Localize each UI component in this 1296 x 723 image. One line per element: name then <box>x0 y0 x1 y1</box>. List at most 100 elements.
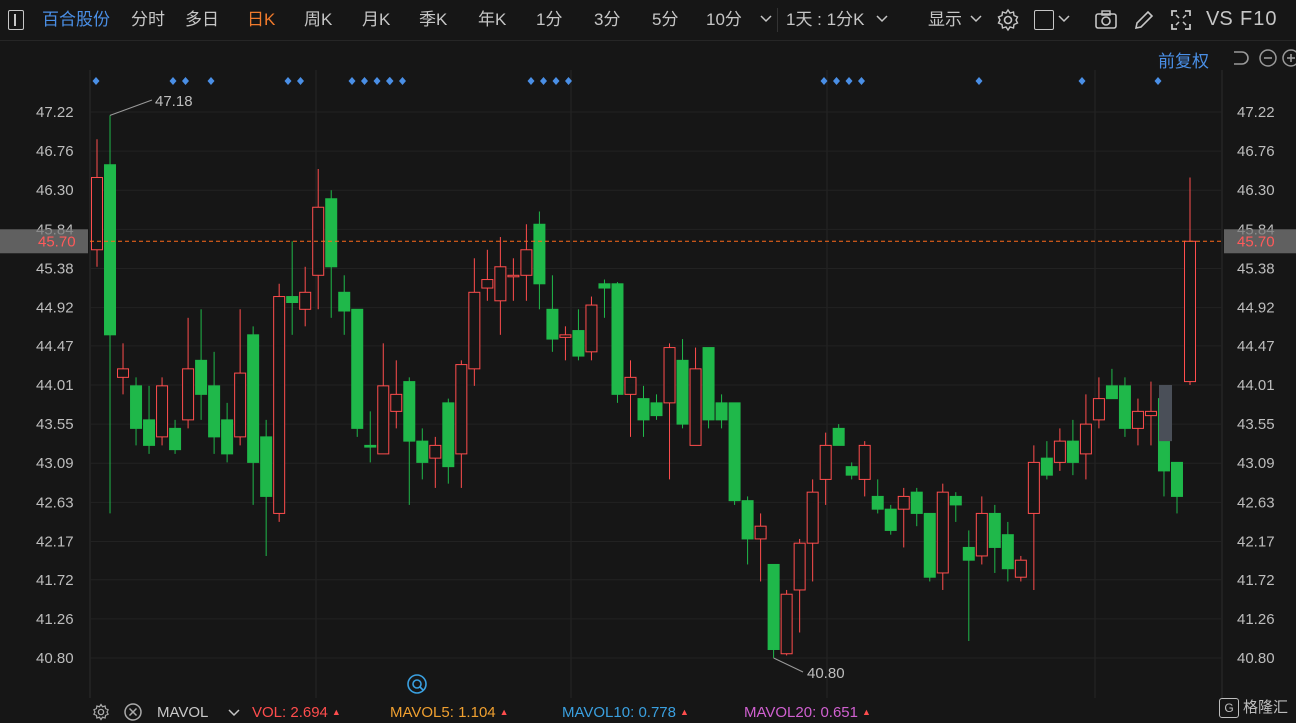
price-tick-left: 41.26 <box>36 611 74 628</box>
price-tick-left: 46.76 <box>36 143 74 160</box>
candle <box>130 377 143 446</box>
signal-diamond-icon <box>833 77 840 85</box>
candle-body <box>910 491 923 514</box>
tab-yearly-k[interactable]: 年K <box>478 8 506 32</box>
chevron-down-icon[interactable] <box>1058 14 1070 24</box>
up-arrow-icon: ▲ <box>499 707 509 717</box>
tab-1min[interactable]: 1分 <box>536 8 562 32</box>
candle <box>533 211 546 310</box>
candle <box>91 139 103 267</box>
candle-body <box>1184 240 1196 383</box>
stock-name[interactable]: 百合股份 <box>42 8 110 32</box>
tab-timeshare[interactable]: 分时 <box>131 8 165 32</box>
price-tick-right: 47.22 <box>1237 104 1275 121</box>
candle-body <box>104 164 117 336</box>
candle-body <box>936 491 949 574</box>
candle <box>494 237 507 335</box>
price-tick-right: 45.38 <box>1237 260 1275 277</box>
price-tick-left: 44.01 <box>36 377 74 394</box>
candle <box>1184 177 1196 385</box>
vol-readout: VOL: 2.694 ▲ <box>252 704 341 721</box>
price-tick-right: 43.55 <box>1237 416 1275 433</box>
signal-diamond-icon <box>1078 77 1086 85</box>
pencil-icon[interactable] <box>1132 8 1156 32</box>
candle <box>767 563 780 658</box>
interval-selector[interactable]: 1天 : 1分K <box>786 8 864 32</box>
candle-body <box>364 444 377 448</box>
tab-5min[interactable]: 5分 <box>652 8 678 32</box>
f10-button[interactable]: F10 <box>1240 7 1277 31</box>
candle-body <box>793 542 806 591</box>
display-menu[interactable]: 显示 <box>928 8 962 32</box>
tab-quarterly-k[interactable]: 季K <box>419 8 447 32</box>
candle <box>897 487 910 548</box>
grid <box>89 70 1223 698</box>
price-overlay: 45.70 45.70 47.18 40.80 <box>0 93 1296 682</box>
candle <box>650 394 663 420</box>
candle-body <box>156 385 169 438</box>
candle-body <box>338 291 351 312</box>
candle <box>403 377 416 505</box>
indicator-name[interactable]: MAVOL <box>157 704 208 721</box>
current-price-label-left: 45.70 <box>38 233 76 250</box>
signal-diamond-icon <box>169 77 177 85</box>
chevron-down-icon[interactable] <box>876 14 888 24</box>
candle-body <box>1040 457 1053 476</box>
signal-diamond-icon <box>297 77 304 85</box>
candle-body <box>377 385 390 455</box>
candle-body <box>988 512 1001 548</box>
close-icon[interactable] <box>124 703 142 721</box>
price-tick-right: 46.76 <box>1237 143 1275 160</box>
chevron-down-icon[interactable] <box>228 708 240 718</box>
tab-10min[interactable]: 10分 <box>706 8 742 32</box>
candle <box>1131 398 1144 446</box>
candle-body <box>455 364 468 455</box>
locate-icon[interactable] <box>406 673 428 695</box>
fullscreen-icon[interactable] <box>1169 8 1193 32</box>
tab-daily-k[interactable]: 日K <box>247 8 275 32</box>
candle <box>247 326 260 505</box>
camera-settings-icon[interactable] <box>92 703 110 721</box>
vs-button[interactable]: VS <box>1206 7 1233 31</box>
candle <box>377 343 390 455</box>
candle-body <box>182 368 195 421</box>
candle-body <box>442 402 455 468</box>
candle <box>195 309 208 420</box>
candle-body <box>1118 385 1131 429</box>
tab-multiday[interactable]: 多日 <box>185 8 219 32</box>
mavol20-label: MAVOL20: <box>744 704 817 721</box>
candle-body <box>507 274 520 278</box>
candle-body <box>1027 461 1040 514</box>
candle <box>832 424 845 446</box>
tab-3min[interactable]: 3分 <box>594 8 620 32</box>
candle <box>988 504 1001 573</box>
candle <box>169 419 182 454</box>
candle <box>585 296 598 361</box>
tab-weekly-k[interactable]: 周K <box>304 8 332 32</box>
candle <box>611 282 624 403</box>
chevron-down-icon[interactable] <box>760 14 772 24</box>
signal-diamond-icon <box>92 77 100 85</box>
candle <box>416 428 429 480</box>
candle <box>884 504 897 535</box>
min-price-label: 40.80 <box>807 665 845 682</box>
candle <box>143 385 156 454</box>
price-tick-right: 42.17 <box>1237 533 1275 550</box>
candle-body <box>260 436 273 497</box>
price-tick-left: 41.72 <box>36 572 74 589</box>
candle <box>1105 368 1118 400</box>
candle <box>351 308 364 437</box>
candle <box>637 385 650 437</box>
sidebar-toggle-icon[interactable] <box>8 10 24 30</box>
candle <box>858 441 871 497</box>
indicator-bar: MAVOL VOL: 2.694 ▲ MAVOL5: 1.104 ▲ MAVOL10… <box>0 698 1296 723</box>
candlestick-chart[interactable]: 47.2247.2246.7646.7646.3046.3045.8445.84… <box>0 40 1296 698</box>
candle <box>975 496 988 565</box>
gear-icon[interactable] <box>996 8 1020 32</box>
chevron-down-icon[interactable] <box>970 14 982 24</box>
up-arrow-icon: ▲ <box>679 707 689 717</box>
camera-icon[interactable] <box>1094 8 1118 32</box>
tab-monthly-k[interactable]: 月K <box>362 8 390 32</box>
checkbox-icon[interactable] <box>1034 10 1054 30</box>
candle-body <box>689 368 702 446</box>
